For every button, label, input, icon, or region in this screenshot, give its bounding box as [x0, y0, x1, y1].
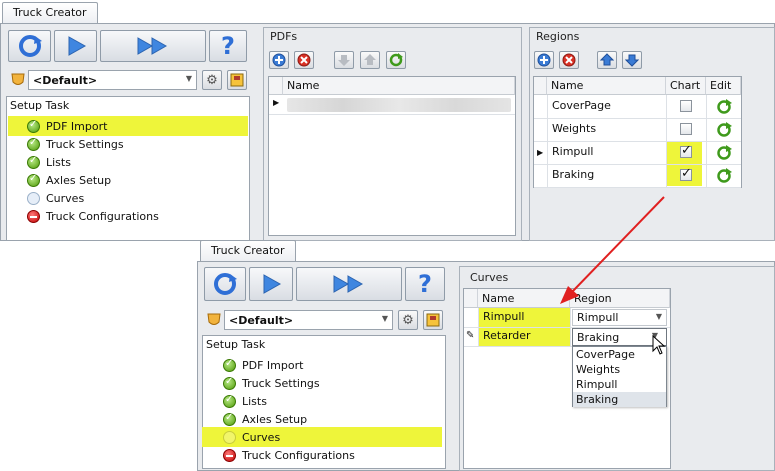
annotation-arrow: [560, 196, 665, 304]
